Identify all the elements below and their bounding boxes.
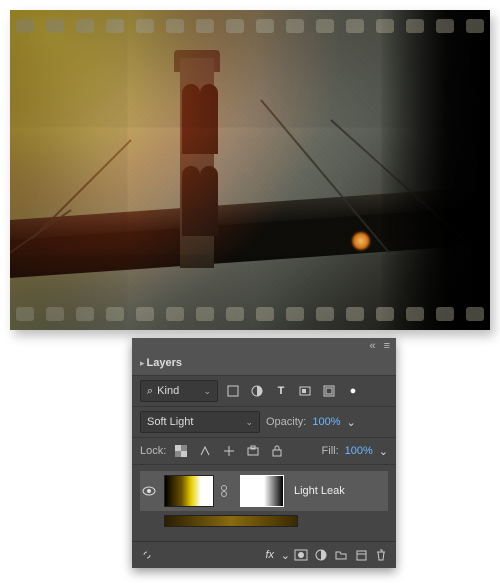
lock-position-icon[interactable]: [220, 442, 238, 460]
fill-value[interactable]: 100%: [345, 445, 373, 457]
layer-effects-button[interactable]: fx: [261, 546, 279, 564]
add-mask-button[interactable]: [292, 546, 310, 564]
lock-fill-row: Lock: Fill: 100% ⌄: [132, 438, 396, 465]
layer-thumbnail[interactable]: [164, 475, 214, 507]
new-group-button[interactable]: [332, 546, 350, 564]
lock-transparency-icon[interactable]: [172, 442, 190, 460]
filter-type-value: Kind: [157, 385, 179, 397]
layers-panel: « ≡ ▸ Layers ⌕ Kind ⌄ T ● Soft Light ⌄: [132, 338, 396, 568]
opacity-label: Opacity:: [266, 416, 306, 428]
layer-thumbnail[interactable]: [164, 515, 298, 527]
blend-mode-value: Soft Light: [147, 416, 193, 428]
search-icon: ⌕: [147, 385, 153, 398]
panel-menu-button[interactable]: ≡: [384, 340, 390, 352]
lock-image-icon[interactable]: [196, 442, 214, 460]
filter-type-icon[interactable]: T: [272, 382, 290, 400]
filter-type-dropdown[interactable]: ⌕ Kind ⌄: [140, 380, 218, 402]
vignette: [10, 10, 490, 330]
link-layers-button[interactable]: [138, 546, 156, 564]
delete-layer-button[interactable]: [372, 546, 390, 564]
chevron-down-icon[interactable]: ⌄: [379, 445, 388, 458]
lock-label: Lock:: [140, 445, 166, 457]
fill-label: Fill:: [322, 445, 339, 457]
chevron-down-icon: ⌄: [203, 386, 211, 397]
panel-title: Layers: [147, 357, 388, 369]
layer-row[interactable]: Light Leak: [140, 471, 388, 511]
layer-mask-thumbnail[interactable]: [240, 475, 284, 507]
document-canvas: [10, 10, 490, 330]
chevron-down-icon[interactable]: ⌄: [347, 416, 356, 429]
lock-all-icon[interactable]: [268, 442, 286, 460]
panel-disclosure-icon[interactable]: ▸: [140, 358, 145, 369]
layer-name[interactable]: Light Leak: [290, 485, 386, 497]
layer-list: Light Leak: [132, 465, 396, 541]
blend-opacity-row: Soft Light ⌄ Opacity: 100% ⌄: [132, 407, 396, 438]
filter-smartobject-icon[interactable]: [320, 382, 338, 400]
filter-pixel-icon[interactable]: [224, 382, 242, 400]
visibility-toggle-icon[interactable]: [142, 486, 158, 496]
filter-shape-icon[interactable]: [296, 382, 314, 400]
blend-mode-dropdown[interactable]: Soft Light ⌄: [140, 411, 260, 433]
new-adjustment-button[interactable]: [312, 546, 330, 564]
filter-adjustment-icon[interactable]: [248, 382, 266, 400]
panel-collapse-button[interactable]: «: [369, 340, 375, 352]
chevron-down-icon: ⌄: [245, 417, 253, 428]
layer-filter-row: ⌕ Kind ⌄ T ●: [132, 376, 396, 407]
layers-panel-footer: fx ⌄: [132, 541, 396, 568]
lock-artboard-icon[interactable]: [244, 442, 262, 460]
chevron-down-icon[interactable]: ⌄: [281, 549, 290, 562]
filter-toggle-dot[interactable]: ●: [344, 382, 362, 400]
opacity-value[interactable]: 100%: [312, 416, 340, 428]
new-layer-button[interactable]: [352, 546, 370, 564]
layer-link-icon[interactable]: [220, 484, 234, 498]
layer-row[interactable]: [140, 511, 388, 531]
